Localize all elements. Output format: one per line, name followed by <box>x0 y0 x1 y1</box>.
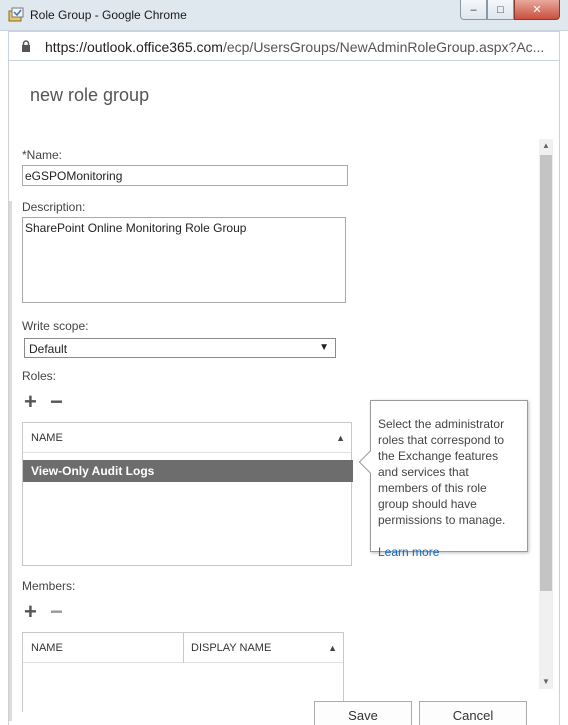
members-col-display-name[interactable]: DISPLAY NAME <box>191 642 271 654</box>
chevron-down-icon: ▼ <box>319 342 329 353</box>
members-grid: NAME DISPLAY NAME ▲ <box>22 632 344 712</box>
table-row[interactable]: View-Only Audit Logs <box>23 460 353 482</box>
members-grid-header: NAME DISPLAY NAME ▲ <box>23 633 343 663</box>
save-button[interactable]: Save <box>314 701 412 725</box>
roles-grid-header[interactable]: NAME ▲ <box>23 423 351 453</box>
window-titlebar: Role Group - Google Chrome – □ ✕ <box>0 0 568 31</box>
write-scope-label: Write scope: <box>22 319 89 333</box>
write-scope-select[interactable]: Default ▼ <box>24 338 336 358</box>
role-group-app-icon <box>8 7 24 22</box>
address-bar[interactable]: https://outlook.office365.com/ecp/UsersG… <box>8 31 560 61</box>
description-label: Description: <box>22 200 86 214</box>
learn-more-link[interactable]: Learn more <box>378 544 520 560</box>
roles-grid: NAME ▲ View-Only Audit Logs <box>22 422 353 566</box>
scrollbar-thumb[interactable] <box>540 155 552 591</box>
url-text[interactable]: https://outlook.office365.com/ecp/UsersG… <box>45 39 544 55</box>
write-scope-value: Default <box>29 342 68 356</box>
add-member-icon[interactable]: + <box>24 601 37 623</box>
members-label: Members: <box>22 579 76 593</box>
page-title: new role group <box>30 85 150 105</box>
name-label: *Name: <box>22 148 63 162</box>
restore-button[interactable]: □ <box>487 0 514 20</box>
add-role-icon[interactable]: + <box>24 391 37 413</box>
roles-col-name[interactable]: NAME <box>31 432 63 444</box>
remove-role-icon[interactable]: − <box>50 391 63 413</box>
sort-asc-icon[interactable]: ▲ <box>328 643 337 653</box>
minimize-button[interactable]: – <box>460 0 487 20</box>
dialog-content: new role group *Name: eGSPOMonitoring De… <box>8 61 560 725</box>
scroll-up-icon[interactable]: ▲ <box>539 139 553 153</box>
lock-icon <box>22 40 30 52</box>
window-controls: – □ ✕ <box>460 0 560 21</box>
roles-label: Roles: <box>22 369 57 383</box>
name-field[interactable]: eGSPOMonitoring <box>22 165 348 186</box>
close-button[interactable]: ✕ <box>514 0 560 20</box>
vertical-scrollbar[interactable]: ▲ ▼ <box>539 139 553 689</box>
help-callout: Select the administrator roles that corr… <box>358 400 528 559</box>
cancel-button[interactable]: Cancel <box>419 701 527 725</box>
scroll-down-icon[interactable]: ▼ <box>539 675 553 689</box>
sort-asc-icon[interactable]: ▲ <box>336 433 345 443</box>
window-title: Role Group - Google Chrome <box>30 8 187 22</box>
callout-text: Select the administrator roles that corr… <box>378 417 506 527</box>
url-path: /ecp/UsersGroups/NewAdminRoleGroup.aspx?… <box>222 39 545 55</box>
description-field[interactable]: SharePoint Online Monitoring Role Group <box>22 217 346 303</box>
url-host: https://outlook.office365.com <box>45 39 223 55</box>
remove-member-icon: − <box>50 599 63 624</box>
left-border <box>9 201 12 721</box>
members-col-name[interactable]: NAME <box>31 642 63 654</box>
column-divider <box>183 633 184 663</box>
